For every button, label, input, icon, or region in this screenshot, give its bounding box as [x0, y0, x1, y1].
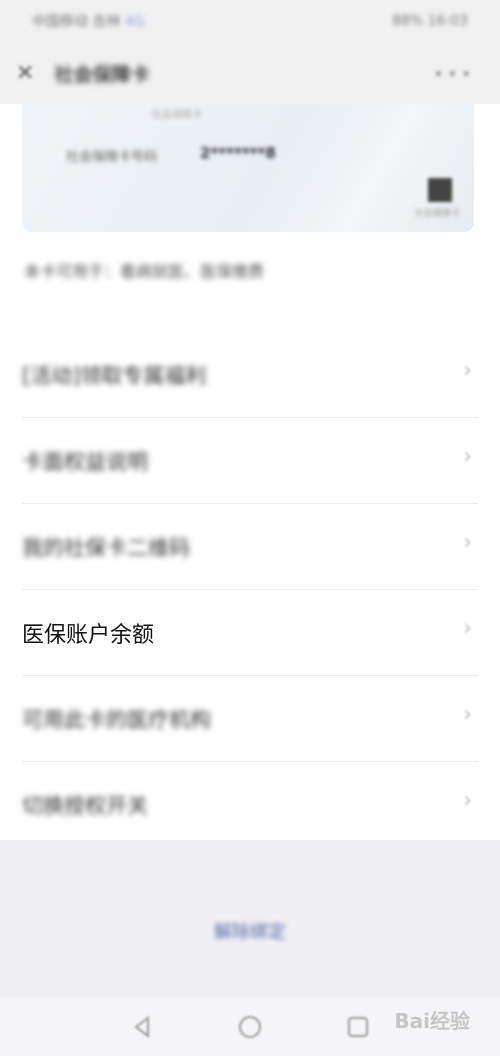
- menu-item-label: 切换授权开关: [22, 793, 148, 818]
- carrier-text: 中国移动 吉林: [32, 14, 121, 30]
- footer-area: 解除绑定: [0, 840, 500, 998]
- carrier-info: 中国移动 吉林 4G: [32, 11, 145, 31]
- close-icon[interactable]: ✕: [16, 61, 34, 86]
- menu-item-label: 我的社保卡二维码: [22, 535, 190, 560]
- menu-item-institutions[interactable]: 可用此卡的医疗机构 ›: [22, 676, 478, 762]
- menu-item-activity[interactable]: [活动]领取专属福利 ›: [22, 332, 478, 418]
- status-bar: 中国移动 吉林 4G 88% 16:03: [0, 0, 500, 42]
- social-security-card[interactable]: 社会保障卡 社会保障卡号码 2*******8 社会保障卡: [22, 104, 474, 232]
- page-title: 社会保障卡: [54, 63, 150, 86]
- chevron-right-icon: ›: [463, 788, 472, 813]
- qr-caption: 社会保障卡: [414, 209, 460, 219]
- title-bar: ✕ 社会保障卡 •••: [0, 42, 500, 104]
- chevron-right-icon: ›: [463, 358, 472, 383]
- usage-hint: 本卡可用于：看病就医、医保缴费: [24, 262, 265, 281]
- back-triangle-icon[interactable]: [128, 1013, 156, 1041]
- chevron-right-icon: ›: [463, 616, 472, 641]
- recent-square-icon[interactable]: [344, 1013, 372, 1041]
- menu-item-label: 医保账户余额: [22, 622, 155, 648]
- more-dots-icon[interactable]: •••: [433, 62, 474, 86]
- menu-item-label: 可用此卡的医疗机构: [22, 707, 211, 732]
- service-menu: [活动]领取专属福利 › 卡面权益说明 › 我的社保卡二维码 › 医保账户余额 …: [0, 332, 500, 847]
- card-number-value: 2*******8: [200, 144, 276, 162]
- home-circle-icon[interactable]: [236, 1013, 264, 1041]
- card-number-label: 社会保障卡号码: [66, 150, 158, 165]
- menu-item-medical-balance[interactable]: 医保账户余额 ›: [22, 590, 478, 676]
- chevron-right-icon: ›: [463, 702, 472, 727]
- chevron-right-icon: ›: [463, 444, 472, 469]
- unbind-link[interactable]: 解除绑定: [0, 918, 500, 944]
- menu-item-card-rights[interactable]: 卡面权益说明 ›: [22, 418, 478, 504]
- menu-item-label: [活动]领取专属福利: [22, 363, 207, 388]
- network-type: 4G: [124, 14, 145, 30]
- watermark-logo: Bai经验: [394, 1009, 470, 1033]
- menu-item-qr-code[interactable]: 我的社保卡二维码 ›: [22, 504, 478, 590]
- menu-item-label: 卡面权益说明: [22, 449, 148, 474]
- menu-item-auth-switch[interactable]: 切换授权开关 ›: [22, 762, 478, 847]
- chevron-right-icon: ›: [463, 530, 472, 555]
- battery-time: 88% 16:03: [392, 13, 468, 29]
- card-top-line: 社会保障卡: [152, 110, 202, 121]
- qr-code-icon[interactable]: [428, 178, 452, 202]
